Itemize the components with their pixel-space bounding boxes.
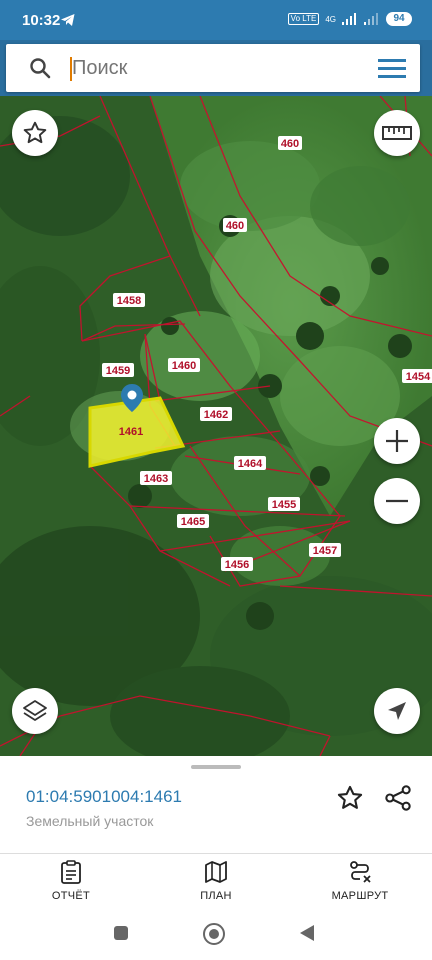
map-icon	[205, 861, 227, 883]
sheet-drag-handle[interactable]	[191, 765, 241, 769]
star-outline-icon	[23, 121, 47, 144]
nav-plan-label: ПЛАН	[200, 890, 232, 902]
map-view[interactable]: 460 460 1458 1459 1460 1454 1461 1462 14…	[0, 96, 432, 756]
menu-icon[interactable]	[378, 56, 406, 80]
back-button[interactable]	[300, 925, 314, 941]
layers-icon	[23, 700, 47, 721]
favorites-button[interactable]	[12, 110, 58, 156]
nav-report-label: ОТЧЁТ	[51, 890, 91, 902]
layers-button[interactable]	[12, 688, 58, 734]
parcel-label-1464: 1464	[234, 456, 266, 470]
parcel-label-1463: 1463	[140, 471, 172, 485]
text-cursor	[70, 57, 72, 81]
nav-route-label: МАРШРУТ	[331, 890, 389, 902]
favorite-star-icon[interactable]	[336, 784, 364, 812]
volte-indicator: Vo LTE	[287, 13, 320, 25]
parcel-label-1456: 1456	[221, 557, 253, 571]
zoom-in-button[interactable]	[374, 418, 420, 464]
parcel-label-460a: 460	[278, 136, 302, 150]
network-type: 4G	[325, 14, 336, 24]
status-time: 10:32	[22, 12, 61, 29]
system-navigation	[0, 912, 432, 960]
parcel-info-sheet[interactable]: 01:04:5901004:1461 Земельный участок	[0, 756, 432, 854]
svg-text:1460: 1460	[172, 360, 196, 372]
svg-text:1464: 1464	[238, 458, 263, 470]
parcel-label-1460: 1460	[168, 358, 200, 372]
recent-apps-button[interactable]	[114, 926, 128, 940]
svg-text:1457: 1457	[313, 545, 337, 557]
nav-report[interactable]: ОТЧЁТ	[16, 860, 126, 902]
telegram-icon	[61, 14, 75, 26]
parcel-label-1465: 1465	[177, 514, 209, 528]
my-location-button[interactable]	[374, 688, 420, 734]
plus-icon	[386, 430, 408, 452]
ruler-icon	[382, 126, 412, 140]
search-bar[interactable]	[6, 44, 420, 92]
ruler-button[interactable]	[374, 110, 420, 156]
svg-text:1459: 1459	[106, 365, 130, 377]
svg-text:1462: 1462	[204, 409, 228, 421]
svg-text:1456: 1456	[225, 559, 249, 571]
status-bar: 10:32 Vo LTE 4G 94	[0, 0, 432, 40]
route-icon	[350, 861, 371, 883]
search-input[interactable]	[68, 54, 368, 82]
parcel-label-1455: 1455	[268, 497, 300, 511]
parcel-label-1461: 1461	[119, 426, 143, 438]
clipboard-icon	[61, 860, 81, 884]
svg-text:1465: 1465	[181, 516, 205, 528]
parcel-label-1462: 1462	[200, 407, 232, 421]
svg-text:1454: 1454	[406, 371, 431, 383]
svg-text:1463: 1463	[144, 473, 168, 485]
parcel-label-1457: 1457	[309, 543, 341, 557]
zoom-out-button[interactable]	[374, 478, 420, 524]
home-button[interactable]	[203, 923, 225, 945]
satellite-map[interactable]: 460 460 1458 1459 1460 1454 1461 1462 14…	[0, 96, 432, 756]
search-area	[0, 40, 432, 96]
search-icon[interactable]	[28, 56, 52, 80]
land-type-label: Земельный участок	[26, 813, 154, 829]
parcel-label-460b: 460	[223, 218, 247, 232]
cadastral-number[interactable]: 01:04:5901004:1461	[26, 787, 182, 807]
signal-icon-2	[364, 13, 378, 25]
nav-plan[interactable]: ПЛАН	[161, 860, 271, 902]
signal-icon	[342, 13, 356, 25]
svg-text:460: 460	[281, 138, 299, 150]
parcel-label-1459: 1459	[102, 363, 134, 377]
minus-icon	[386, 499, 408, 503]
status-indicators: Vo LTE 4G 94	[287, 12, 412, 26]
battery-indicator: 94	[386, 12, 412, 26]
svg-text:1461: 1461	[119, 426, 143, 438]
parcel-label-1454: 1454	[402, 369, 432, 383]
share-icon[interactable]	[384, 784, 412, 812]
svg-text:1455: 1455	[272, 499, 296, 511]
nav-route[interactable]: МАРШРУТ	[305, 860, 415, 902]
svg-text:460: 460	[226, 220, 244, 232]
navigation-arrow-icon	[388, 702, 406, 720]
bottom-navigation: ОТЧЁТ ПЛАН МАРШРУТ	[0, 854, 432, 912]
parcel-label-1458: 1458	[113, 293, 145, 307]
svg-text:1458: 1458	[117, 295, 141, 307]
